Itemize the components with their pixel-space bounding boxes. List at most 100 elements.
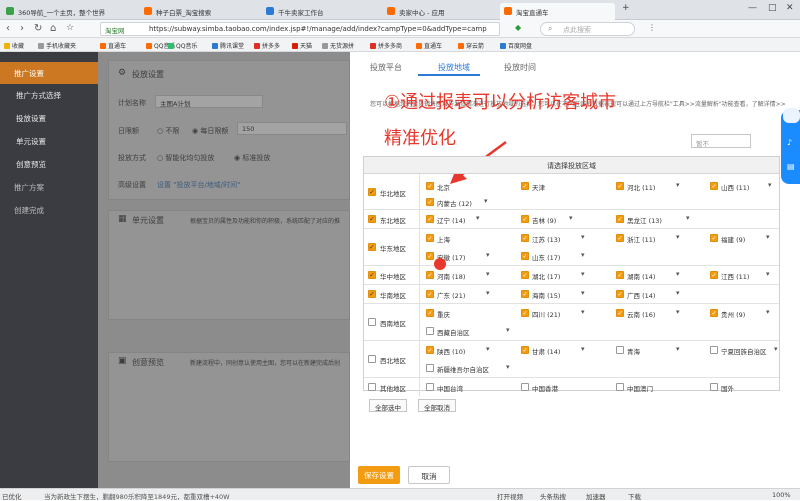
checkbox[interactable]: ✓ [368, 215, 376, 223]
shield-icon[interactable]: ◆ [515, 23, 521, 32]
bookmark-item[interactable]: 直通车 [416, 41, 442, 50]
chevron-down-icon[interactable]: ▾ [506, 363, 510, 371]
chevron-down-icon[interactable]: ▾ [676, 233, 680, 241]
chat-icon[interactable]: ▤ [787, 162, 795, 171]
checkbox[interactable]: ✓ [368, 188, 376, 196]
province-checkbox[interactable]: ✓ 湖南 (14) ▾ [616, 267, 696, 285]
province-checkbox[interactable]: ✓ 江苏 (13) ▾ [521, 230, 601, 248]
maximize-icon[interactable]: □ [768, 3, 777, 13]
chevron-down-icon[interactable]: ▾ [686, 214, 690, 222]
province-checkbox[interactable]: ✓ 山西 (11) ▾ [710, 178, 780, 196]
chevron-down-icon[interactable]: ▾ [768, 181, 772, 189]
province-checkbox[interactable]: ✓ 广西 (14) ▾ [616, 286, 696, 304]
sidebar-item-promotion-settings[interactable]: 推广设置 [0, 62, 98, 84]
chevron-down-icon[interactable]: ▾ [581, 308, 585, 316]
checkbox[interactable]: ✓ [368, 290, 376, 298]
province-checkbox[interactable]: ✓ 辽宁 (14) ▾ [426, 211, 506, 229]
chevron-down-icon[interactable]: ▾ [506, 326, 510, 334]
bookmark-item[interactable]: QQ音乐 [168, 41, 197, 50]
helper-avatar-icon[interactable] [783, 108, 800, 123]
province-checkbox[interactable]: ✓ 吉林 (9) ▾ [521, 211, 601, 229]
chevron-down-icon[interactable]: ▾ [581, 270, 585, 278]
province-checkbox[interactable]: ✓ 黑龙江 (13) ▾ [616, 211, 706, 229]
tab-time[interactable]: 投放时间 [504, 62, 536, 73]
tab-region[interactable]: 投放地域 [438, 62, 470, 73]
province-checkbox[interactable]: 西藏自治区 ▾ [426, 323, 516, 341]
chevron-down-icon[interactable]: ▾ [581, 345, 585, 353]
budget-input[interactable]: 150 [237, 122, 347, 135]
bookmark-item[interactable]: 直通车 [100, 41, 126, 50]
checkbox[interactable] [368, 383, 376, 391]
save-button[interactable]: 保存设置 [358, 466, 400, 484]
chevron-down-icon[interactable]: ▾ [676, 270, 680, 278]
chevron-down-icon[interactable]: ▾ [676, 289, 680, 297]
province-checkbox[interactable]: 青海 ▾ [616, 342, 696, 360]
chevron-down-icon[interactable]: ▾ [486, 345, 490, 353]
budget-daily-radio[interactable]: ◉ 每日限额 [192, 126, 228, 136]
close-icon[interactable]: ✕ [786, 3, 794, 13]
province-checkbox[interactable]: ✓ 山东 (17) ▾ [521, 248, 601, 266]
sidebar-item-method[interactable]: 推广方式选择 [0, 84, 98, 106]
province-checkbox[interactable]: ✓ 河北 (11) ▾ [616, 178, 696, 196]
checkbox[interactable] [368, 318, 376, 326]
province-checkbox[interactable]: ✓ 海南 (15) ▾ [521, 286, 601, 304]
home-icon[interactable]: ⌂ [50, 23, 56, 34]
select-all-button[interactable]: 全部选中 [369, 399, 407, 412]
cancel-button[interactable]: 取消 [408, 466, 450, 484]
method-smart-radio[interactable]: ○ 智能化均匀投放 [157, 153, 214, 163]
star-icon[interactable]: ☆ [66, 23, 74, 33]
province-checkbox[interactable]: ✓ 甘肃 (14) ▾ [521, 342, 601, 360]
clear-all-button[interactable]: 全部取消 [418, 399, 456, 412]
bookmark-item[interactable]: 收藏 [4, 41, 24, 50]
browser-tab[interactable]: 种子白票_淘宝搜索 [140, 3, 245, 20]
sidebar-item-plan[interactable]: 推广方案 [0, 176, 98, 198]
checkbox[interactable]: ✓ [368, 271, 376, 279]
method-standard-radio[interactable]: ◉ 标准投放 [234, 153, 270, 163]
browser-tab[interactable]: 千牛卖家工作台 [262, 3, 367, 20]
checkbox[interactable] [368, 355, 376, 363]
chevron-down-icon[interactable]: ▾ [676, 181, 680, 189]
forward-icon[interactable]: › [20, 23, 24, 34]
bell-icon[interactable]: ♪ [787, 138, 792, 147]
bookmark-item[interactable]: 拼多多商 [370, 41, 402, 50]
advanced-settings-link[interactable]: 设置 "投放平台/地域/时间" [157, 180, 240, 190]
chevron-down-icon[interactable]: ▾ [774, 345, 778, 353]
province-checkbox[interactable]: ✓ 湖北 (17) ▾ [521, 267, 601, 285]
chevron-down-icon[interactable]: ▾ [581, 251, 585, 259]
province-checkbox[interactable]: ✓ 江西 (11) ▾ [710, 267, 780, 285]
toolbar-icon[interactable]: ⋮ [648, 23, 656, 32]
province-checkbox[interactable]: ✓ 四川 (21) ▾ [521, 305, 601, 323]
browser-tab-active[interactable]: 淘宝直通车 [500, 3, 615, 20]
url-input[interactable]: 淘宝网 https://subway.simba.taobao.com/inde… [100, 22, 500, 36]
province-checkbox[interactable]: ✓ 福建 (9) ▾ [710, 230, 780, 248]
chevron-down-icon[interactable]: ▾ [569, 214, 573, 222]
province-checkbox[interactable]: 宁夏回族自治区 ▾ [710, 342, 780, 360]
bookmark-item[interactable]: 拼多多 [254, 41, 280, 50]
bookmark-item[interactable]: 穿云箭 [458, 41, 484, 50]
refresh-icon[interactable]: ↻ [34, 23, 42, 34]
back-icon[interactable]: ‹ [6, 23, 10, 34]
region-filter-input[interactable]: 暂不 [691, 134, 751, 148]
bookmark-item[interactable]: 腾讯课堂 [212, 41, 244, 50]
search-input[interactable]: 点此搜索 [540, 22, 635, 36]
browser-tab[interactable]: 360导航_一个主页，整个世界 [2, 3, 112, 20]
budget-unlimited-radio[interactable]: ○ 不限 [157, 126, 179, 136]
sidebar-item-delivery[interactable]: 投放设置 [0, 107, 98, 129]
chevron-down-icon[interactable]: ▾ [676, 345, 680, 353]
sidebar-item-unit[interactable]: 单元设置 [0, 130, 98, 152]
province-checkbox[interactable]: ✓ 云南 (16) ▾ [616, 305, 696, 323]
chevron-down-icon[interactable]: ▾ [581, 233, 585, 241]
chevron-down-icon[interactable]: ▾ [486, 251, 490, 259]
bookmark-item[interactable]: 百度网盘 [500, 41, 532, 50]
new-tab-icon[interactable]: + [622, 3, 630, 13]
chevron-down-icon[interactable]: ▾ [476, 214, 480, 222]
province-checkbox[interactable]: 新疆维吾尔自治区 ▾ [426, 360, 516, 378]
chevron-down-icon[interactable]: ▾ [766, 270, 770, 278]
chevron-down-icon[interactable]: ▾ [766, 308, 770, 316]
province-checkbox[interactable]: ✓ 浙江 (11) ▾ [616, 230, 696, 248]
bookmark-item[interactable]: 天猫 [292, 41, 312, 50]
zoom-level[interactable]: 100% [772, 491, 791, 499]
chevron-down-icon[interactable]: ▾ [676, 308, 680, 316]
chevron-down-icon[interactable]: ▾ [484, 197, 488, 205]
province-checkbox[interactable]: ✓ 陕西 (10) ▾ [426, 342, 506, 360]
